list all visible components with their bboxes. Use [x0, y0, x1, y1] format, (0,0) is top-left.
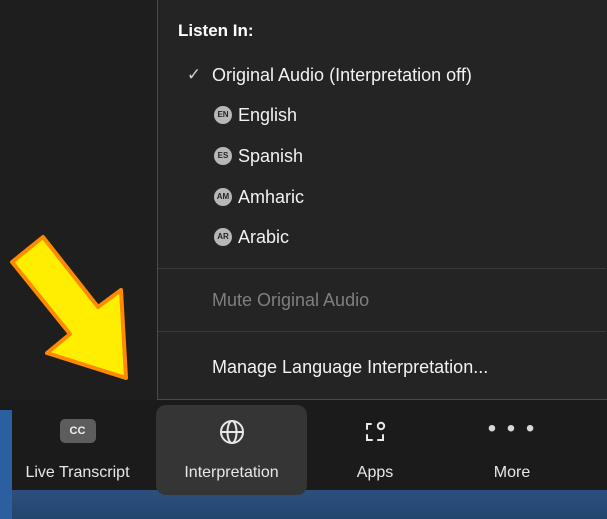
menu-divider	[158, 268, 606, 269]
menu-item-mute-original-audio: Mute Original Audio	[158, 285, 606, 315]
language-badge-icon: AR	[214, 228, 232, 246]
more-button[interactable]: • • • More	[462, 405, 562, 495]
menu-item-manage-interpretation[interactable]: Manage Language Interpretation...	[158, 352, 606, 382]
menu-item-label: Arabic	[238, 227, 290, 247]
menu-item-spanish[interactable]: ES Spanish	[158, 141, 606, 171]
interpretation-button[interactable]: Interpretation	[156, 405, 307, 495]
globe-icon	[219, 420, 244, 444]
menu-item-arabic[interactable]: AR Arabic	[158, 222, 606, 252]
menu-divider	[158, 331, 606, 332]
menu-item-label: Manage Language Interpretation...	[212, 357, 489, 377]
annotation-arrow	[10, 235, 128, 380]
menu-item-english[interactable]: EN English	[158, 100, 606, 130]
more-icon: • • •	[487, 415, 537, 442]
menu-item-label: Amharic	[238, 187, 305, 207]
live-transcript-label: Live Transcript	[25, 464, 130, 481]
live-transcript-button[interactable]: CC Live Transcript	[10, 405, 145, 495]
checkmark-icon: ✓	[186, 65, 202, 84]
menu-item-amharic[interactable]: AM Amharic	[158, 182, 606, 212]
menu-item-label: Spanish	[238, 146, 304, 166]
more-label: More	[493, 464, 531, 481]
menu-item-label: Mute Original Audio	[212, 290, 370, 310]
apps-icon	[366, 421, 386, 441]
interpretation-label: Interpretation	[184, 464, 279, 481]
language-badge-icon: ES	[214, 147, 232, 165]
arrow-shape	[10, 235, 128, 380]
menu-item-original-audio[interactable]: ✓ Original Audio (Interpretation off)	[158, 60, 606, 90]
interpretation-menu: Listen In: ✓ Original Audio (Interpretat…	[157, 0, 607, 400]
language-badge-icon: AM	[214, 188, 232, 206]
menu-item-label: Original Audio (Interpretation off)	[212, 65, 472, 85]
language-badge-icon: EN	[214, 106, 232, 124]
menu-item-label: English	[238, 105, 298, 125]
menu-title: Listen In:	[178, 21, 254, 40]
apps-label: Apps	[356, 464, 394, 481]
apps-button[interactable]: Apps	[325, 405, 425, 495]
cc-icon: CC	[59, 419, 96, 443]
